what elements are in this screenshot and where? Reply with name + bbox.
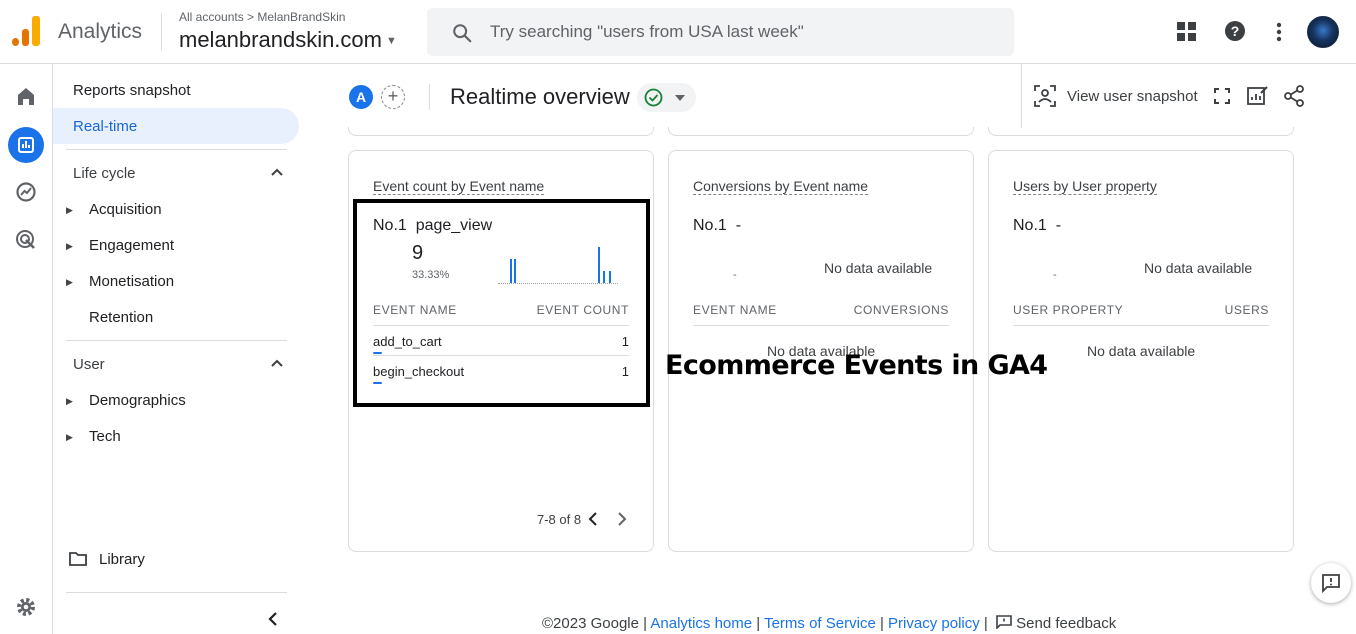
nav-divider: [66, 149, 287, 150]
nav-divider: [66, 592, 287, 593]
nav-library[interactable]: Library: [99, 551, 145, 568]
top-item-dash: -: [1053, 269, 1057, 281]
privacy-link[interactable]: Privacy policy: [888, 615, 980, 632]
nav-engagement[interactable]: Engagement: [89, 237, 174, 254]
column-header-conversions: CONVERSIONS: [853, 303, 949, 317]
card-title[interactable]: Conversions by Event name: [693, 178, 869, 195]
header-divider: [1021, 64, 1022, 128]
property-selector[interactable]: melanbrandskin.com ▼: [179, 27, 397, 53]
top-rank: No.1 -: [693, 217, 742, 234]
more-vert-icon[interactable]: [1276, 20, 1282, 42]
search-input[interactable]: [490, 20, 990, 44]
card-title[interactable]: Users by User property: [1013, 178, 1157, 195]
top-app-bar: Analytics All accounts > MelanBrandSkin …: [0, 0, 1356, 64]
feedback-icon[interactable]: [996, 615, 1012, 630]
apps-grid-icon[interactable]: [1177, 20, 1197, 42]
card-bottom-edge: [988, 127, 1294, 136]
app-title: Analytics: [58, 20, 143, 43]
explore-icon[interactable]: [12, 178, 40, 206]
column-header-user-property: USER PROPERTY: [1013, 303, 1124, 317]
check-circle-icon: [644, 88, 663, 107]
analytics-logo[interactable]: [12, 16, 40, 46]
edit-insights-icon[interactable]: [1247, 86, 1269, 106]
status-dropdown[interactable]: [637, 83, 696, 112]
card-bottom-edge: [668, 127, 974, 136]
nav-tech[interactable]: Tech: [89, 428, 121, 445]
search-icon: [453, 24, 472, 43]
nav-lifecycle-header[interactable]: Life cycle: [73, 165, 136, 182]
view-user-snapshot-button[interactable]: View user snapshot: [1067, 88, 1198, 105]
header-divider: [429, 84, 430, 110]
no-data-label: No data available: [824, 260, 933, 276]
top-item-dash: -: [733, 269, 737, 281]
nav-user-header[interactable]: User: [73, 356, 105, 373]
expand-arrow-icon: ▶: [66, 432, 73, 442]
nav-monetisation[interactable]: Monetisation: [89, 273, 174, 290]
comparison-badge[interactable]: A: [349, 85, 373, 109]
feedback-icon: [1322, 574, 1340, 593]
fullscreen-icon[interactable]: [1214, 88, 1230, 104]
card-bottom-edge: [348, 127, 654, 136]
nav-reports-snapshot[interactable]: Reports snapshot: [73, 82, 191, 99]
settings-icon[interactable]: [12, 593, 40, 621]
help-icon[interactable]: ?: [1224, 20, 1246, 42]
report-navigation: Reports snapshot Real-time Life cycle ▶ …: [53, 64, 313, 634]
user-snapshot-icon[interactable]: [1034, 85, 1056, 107]
table-divider: [693, 325, 949, 326]
nav-acquisition[interactable]: Acquisition: [89, 201, 162, 218]
terms-link[interactable]: Terms of Service: [764, 615, 876, 632]
table-divider: [1013, 325, 1269, 326]
chevron-right-icon[interactable]: [617, 512, 627, 526]
collapse-chevron-icon[interactable]: [267, 611, 279, 627]
top-rank: No.1 -: [1013, 217, 1062, 234]
nav-retention[interactable]: Retention: [89, 309, 153, 326]
chevron-down-icon: ▼: [385, 35, 397, 48]
column-header-event-name: EVENT NAME: [693, 303, 777, 317]
nav-divider: [66, 340, 287, 341]
svg-text:?: ?: [1231, 23, 1240, 39]
expand-arrow-icon: ▶: [66, 277, 73, 287]
card-title[interactable]: Event count by Event name: [373, 178, 545, 195]
pagination-label: 7-8 of 8: [537, 512, 582, 527]
overlay-caption: Ecommerce Events in GA4: [665, 350, 1048, 381]
nav-demographics[interactable]: Demographics: [89, 392, 186, 409]
copyright: ©2023 Google: [542, 615, 639, 632]
highlight-box: [353, 199, 650, 407]
expand-arrow-icon: ▶: [66, 241, 73, 251]
feedback-fab-button[interactable]: [1311, 563, 1351, 603]
chevron-left-icon[interactable]: [588, 512, 598, 526]
chevron-up-icon[interactable]: [271, 167, 283, 177]
chevron-down-icon: [675, 95, 685, 101]
property-name: melanbrandskin.com: [179, 27, 382, 52]
nav-realtime[interactable]: Real-time: [73, 118, 137, 135]
account-breadcrumb[interactable]: All accounts > MelanBrandSkin: [179, 10, 345, 24]
page-title: Realtime overview: [450, 84, 630, 109]
share-icon[interactable]: [1284, 85, 1304, 107]
no-data-label: No data available: [1087, 343, 1196, 359]
home-icon[interactable]: [12, 82, 40, 110]
footer: ©2023 Google | Analytics home | Terms of…: [542, 615, 1117, 632]
expand-arrow-icon: ▶: [66, 205, 73, 215]
avatar[interactable]: [1307, 16, 1339, 48]
add-comparison-button[interactable]: +: [381, 85, 405, 109]
column-header-users: USERS: [1224, 303, 1269, 317]
chevron-up-icon[interactable]: [271, 358, 283, 368]
folder-icon: [69, 552, 87, 566]
reports-icon[interactable]: [12, 131, 40, 159]
header-divider: [161, 14, 162, 50]
no-data-label: No data available: [1144, 260, 1253, 276]
analytics-home-link[interactable]: Analytics home: [650, 615, 752, 632]
send-feedback-link[interactable]: Send feedback: [1016, 615, 1116, 632]
search-bar[interactable]: [427, 8, 1014, 56]
expand-arrow-icon: ▶: [66, 396, 73, 406]
left-rail: [0, 64, 53, 634]
advertising-icon[interactable]: [12, 226, 40, 254]
